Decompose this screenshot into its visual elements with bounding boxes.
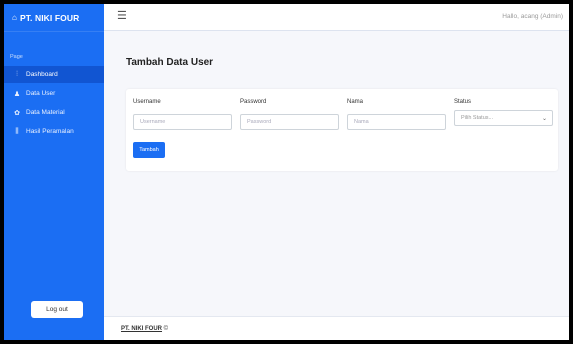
user-greeting[interactable]: Hallo, acang (Admin) [502,13,563,20]
brand[interactable]: ⌂ PT. NIKI FOUR [4,4,104,32]
nama-label: Nama [347,99,364,105]
footer-brand-link[interactable]: PT. NIKI FOUR [121,326,162,332]
password-label: Password [240,99,267,105]
user-icon: ♟ [13,90,21,98]
copyright-symbol: © [162,326,169,332]
username-label: Username [133,99,161,105]
nama-group: Nama [347,99,446,130]
status-label: Status [454,99,472,105]
status-selected-value: Pilih Status... [461,115,494,121]
sidebar: ⌂ PT. NIKI FOUR Page ⫶ Dashboard ♟ Data … [4,4,104,340]
chevron-down-icon: ⌄ [541,115,547,122]
logout-button[interactable]: Log out [31,301,83,318]
add-user-form: Username Password Nama Status Pilih Stat… [126,89,558,171]
page-title-rest: User [188,57,214,68]
footer-text: PT. NIKI FOUR © [121,326,168,332]
username-group: Username [133,99,232,130]
chart-icon: ⫶ [16,70,18,78]
sidebar-item-hasil-peramalan[interactable]: ⫼ Hasil Peramalan [4,123,104,140]
sidebar-item-dashboard[interactable]: ⫶ Dashboard [4,66,104,83]
bar-chart-icon: ⫼ [15,127,19,135]
home-icon: ⌂ [12,13,17,22]
sidebar-item-label: Data User [26,90,56,97]
footer: PT. NIKI FOUR © [104,316,569,340]
submit-button[interactable]: Tambah [133,142,165,158]
username-input[interactable] [133,114,232,130]
main-content: Tambah Data User Username Password Nama … [104,31,569,316]
page-title-bold: Tambah Data [126,57,189,68]
brand-name: PT. NIKI FOUR [19,12,80,23]
sidebar-item-data-user[interactable]: ♟ Data User [4,85,104,102]
top-bar: ☰ Hallo, acang (Admin) [104,4,569,31]
nav-section-label: Page [10,54,23,60]
sidebar-item-label: Hasil Peramalan [26,128,74,135]
page-title: Tambah Data User [126,57,213,68]
sidebar-item-data-material[interactable]: ✿ Data Material [4,104,104,121]
status-select[interactable]: Pilih Status... ⌄ [454,110,553,126]
password-group: Password [240,99,339,130]
palette-icon: ✿ [14,109,20,117]
menu-toggle-icon[interactable]: ☰ [117,9,127,22]
nama-input[interactable] [347,114,446,130]
app-window: ⌂ PT. NIKI FOUR Page ⫶ Dashboard ♟ Data … [4,4,569,340]
sidebar-item-label: Data Material [26,109,65,116]
status-group: Status Pilih Status... ⌄ [454,99,553,126]
sidebar-item-label: Dashboard [26,71,58,78]
password-input[interactable] [240,114,339,130]
